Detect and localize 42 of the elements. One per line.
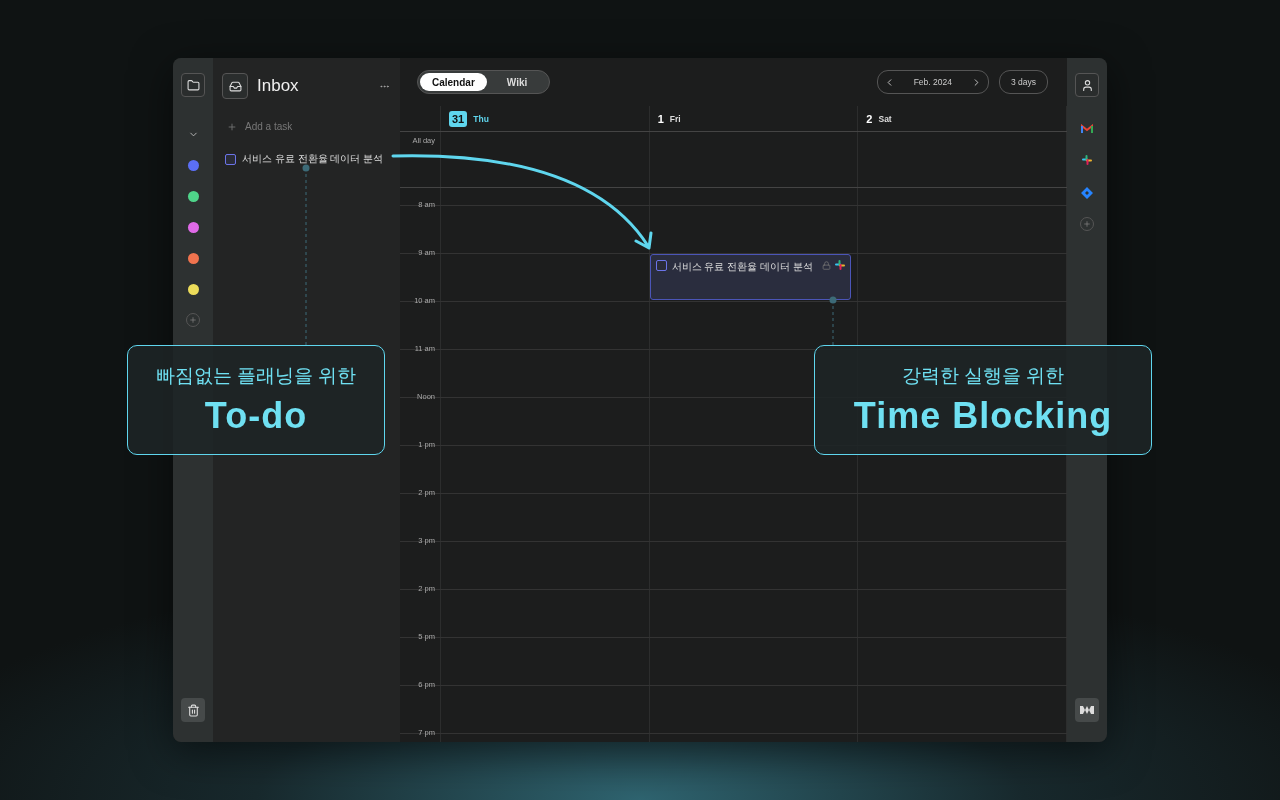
callout-subtitle: 빠짐없는 플래닝을 위한 [155, 364, 357, 388]
callout-title: To-do [204, 395, 308, 437]
logo-icon [1080, 705, 1094, 715]
day-name: Thu [473, 113, 489, 124]
project-dot[interactable] [187, 284, 199, 295]
plus-icon [227, 121, 237, 132]
calendar-event[interactable]: 서비스 유료 전환율 데이터 분석 [649, 254, 852, 300]
project-dot[interactable] [187, 222, 199, 233]
project-dot[interactable] [187, 160, 199, 171]
slack-icon [1082, 155, 1092, 165]
view-tab[interactable]: Wiki [486, 73, 548, 91]
trash-button[interactable] [181, 698, 205, 722]
inbox-title: Inbox [257, 76, 299, 96]
task-title[interactable]: 서비스 유료 전환율 데이터 분석 [242, 152, 384, 166]
day-name: Sat [878, 113, 892, 124]
add-task-field[interactable]: Add a task [227, 121, 390, 132]
range-button[interactable]: 3 days [998, 70, 1048, 94]
lock-icon [822, 260, 832, 270]
event-title: 서비스 유료 전환율 데이터 분석 [671, 260, 813, 274]
task-checkbox[interactable] [225, 153, 236, 165]
day-number: 1 [657, 112, 664, 125]
inbox-icon [228, 79, 242, 93]
callout-subtitle: 강력한 실행을 위한 [901, 364, 1065, 388]
project-dot[interactable] [187, 253, 199, 264]
project-dot[interactable] [187, 191, 199, 202]
day-number: 31 [449, 110, 468, 127]
diamond-icon[interactable] [1081, 187, 1093, 199]
view-tab[interactable]: Calendar [420, 73, 487, 91]
connector-line [829, 296, 837, 346]
profile-button[interactable] [1075, 73, 1099, 97]
day-name: Fri [669, 113, 681, 124]
callout-title: Time Blocking [853, 395, 1113, 437]
day-number: 2 [866, 112, 873, 125]
month-navigator[interactable]: Feb. 2024 [876, 70, 989, 94]
event-checkbox[interactable] [655, 260, 667, 271]
app-logo-button[interactable] [1075, 698, 1099, 722]
slack-icon [835, 260, 846, 270]
trash-icon [186, 703, 200, 717]
mail-icon[interactable] [1081, 124, 1093, 134]
folder-icon [186, 78, 200, 92]
folder-button[interactable] [181, 73, 205, 97]
user-icon [1080, 78, 1094, 92]
